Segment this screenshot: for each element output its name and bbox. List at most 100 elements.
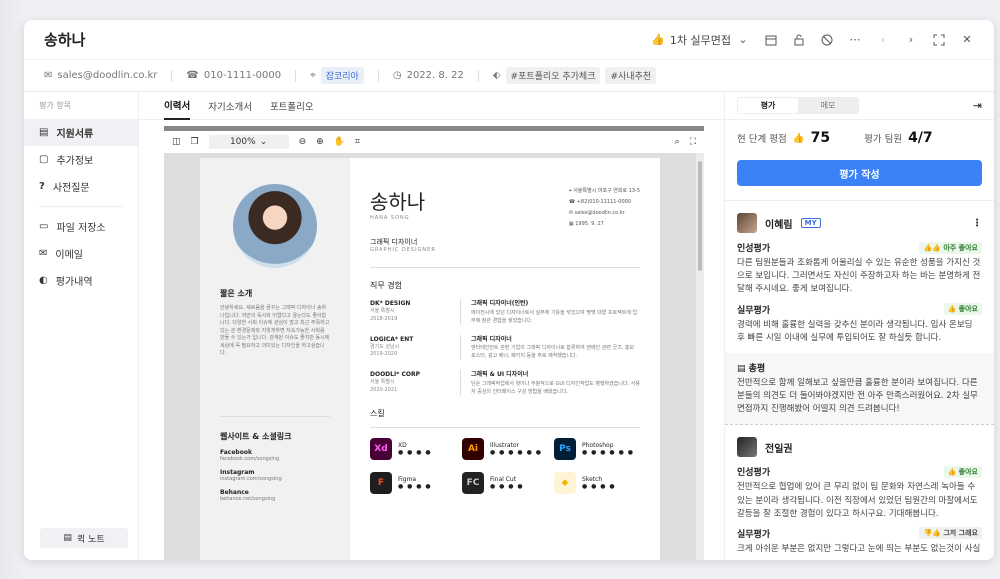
- exp-title: 그래픽 & UI 디자이너: [471, 371, 529, 379]
- prev-icon[interactable]: ‹: [876, 33, 890, 47]
- address-text: 서울특별시 마포구 연희로 13-5: [573, 188, 640, 194]
- resume-name: 송하나: [370, 190, 426, 214]
- reviewer: 전일권: [737, 437, 982, 458]
- exp-location: 경기도 성남시: [370, 343, 400, 350]
- raters-label: 평가 팀원: [864, 134, 903, 145]
- tab-evaluation[interactable]: 평가: [738, 98, 798, 113]
- sidebar-item-label: 이메일: [55, 250, 83, 261]
- sidebar-toggle-icon[interactable]: ◫: [172, 137, 181, 147]
- collapse-panel-icon[interactable]: ⇥: [973, 99, 982, 112]
- more-icon[interactable]: ⋯: [848, 33, 862, 47]
- zoom-in-icon[interactable]: ⊕: [316, 137, 324, 147]
- sidebar-item-history[interactable]: ◐ 평가내역: [24, 267, 138, 294]
- intro-text: 안녕하세요. 새로움을 꿈꾸는 그래픽 디자이너 송하나입니다. 저만의 독사와…: [220, 305, 330, 356]
- reviewer-name: 전일권: [765, 443, 793, 455]
- skill-name: Figma: [398, 475, 417, 483]
- exp-period: 2019-2020: [370, 351, 398, 358]
- clock-icon: ◷: [392, 70, 402, 81]
- close-icon[interactable]: ✕: [960, 33, 974, 47]
- skill-item: Ai Illustrator ● ● ● ● ● ●: [462, 437, 548, 460]
- sidebar-item-label: 파일 저장소: [56, 223, 106, 234]
- total-review: ▤ 총평 전반적으로 함께 일해보고 싶을만큼 훌륭한 분이라 보여집니다. 다…: [725, 352, 994, 425]
- fullscreen-icon[interactable]: ⛶: [690, 137, 696, 147]
- source-info: ⌖ 잡코리아: [310, 67, 364, 84]
- skill-name: Illustrator: [490, 441, 520, 449]
- email-text: sales@doodlin.co.kr: [57, 70, 158, 81]
- block-icon[interactable]: [820, 33, 834, 47]
- zoom-select[interactable]: 100% ⌄: [208, 135, 289, 149]
- eval-label: 인성평가: [737, 468, 771, 479]
- doc-tabs: 이력서 자기소개서 포트폴리오: [139, 92, 724, 120]
- exp-title: 그래픽 디자이너(인턴): [471, 300, 529, 307]
- next-icon[interactable]: ›: [904, 33, 918, 47]
- sidebar-item-storage[interactable]: ▭ 파일 저장소: [24, 213, 138, 240]
- skill-item: Ps Photoshop ● ● ● ● ● ●: [554, 437, 640, 460]
- sidebar-item-label: 평가내역: [55, 277, 93, 288]
- eval-item: 실무평가 👎👍 그저 그래요 크게 아쉬운 부분은 없지만 그렇다고 눈에 띄는 …: [737, 527, 982, 556]
- resume-left-column: 짧은 소개 안녕하세요. 새로움을 꿈꾸는 그래픽 디자이너 송하나입니다. 저…: [200, 158, 350, 560]
- mail-icon: ✉: [39, 248, 48, 259]
- photoshop-logo-icon: Ps: [554, 437, 576, 460]
- skills-grid: Xd XD ● ● ● ● Ai Illustrator ● ● ● ● ● ● Ps P…: [370, 426, 640, 494]
- header-actions: 👍 1차 실무면접 ⌄ ⋯ ‹ › ✕: [651, 32, 974, 48]
- chevron-down-icon: ⌄: [259, 137, 268, 147]
- tag-chip[interactable]: #포트폴리오 추가체크: [505, 67, 601, 84]
- link-name: Facebook: [220, 448, 252, 456]
- tab-cover-letter[interactable]: 자기소개서: [208, 92, 252, 120]
- quick-note-button[interactable]: ▤ 퀵 노트: [40, 528, 128, 548]
- avatar: [737, 437, 757, 458]
- hand-icon[interactable]: ✋: [334, 137, 345, 147]
- tag-chip[interactable]: #사내추천: [605, 67, 657, 84]
- address: ⌖ 서울특별시 마포구 연희로 13-5: [568, 188, 640, 194]
- tab-portfolio[interactable]: 포트폴리오: [270, 92, 314, 120]
- eval-label: 실무평가: [737, 305, 771, 316]
- resume-page: 짧은 소개 안녕하세요. 새로움을 꿈꾸는 그래픽 디자이너 송하나입니다. 저…: [200, 158, 660, 560]
- note-icon: ▤: [63, 533, 72, 543]
- panel-tabs: 평가 메모: [737, 97, 859, 114]
- figma-logo-icon: F: [370, 471, 392, 494]
- evaluation-panel: 평가 메모 ⇥ 현 단계 평점 👍 75 평가 팀원 4/7 평가 작성 이혜림: [724, 92, 994, 560]
- sidebar-item-label: 사전질문: [52, 183, 90, 194]
- score-summary: 현 단계 평점 👍 75 평가 팀원 4/7: [725, 120, 994, 156]
- stage-label: 1차 실무면접: [669, 33, 731, 47]
- calendar-icon[interactable]: [764, 33, 778, 47]
- exp-period: 2018-2019: [370, 315, 398, 322]
- more-vertical-icon[interactable]: ⋮: [972, 218, 982, 229]
- divider: [377, 69, 379, 82]
- eval-text: 전반적으로 협업에 있어 큰 무리 없이 팀 문화와 자연스레 녹아들 수 있는…: [737, 482, 978, 519]
- pages-icon[interactable]: ❐: [191, 137, 199, 147]
- tab-resume[interactable]: 이력서: [164, 92, 191, 120]
- write-evaluation-button[interactable]: 평가 작성: [737, 160, 982, 186]
- search-icon[interactable]: ⌕: [675, 137, 680, 147]
- resume-header: 송하나 HANA SONG 그래픽 디자이너 GRAPHIC DESIGNER …: [370, 186, 640, 268]
- sidebar-item-documents[interactable]: ▤ 지원서류: [24, 119, 138, 146]
- chevron-down-icon: ⌄: [738, 33, 748, 46]
- date-text: 2022. 8. 22: [406, 70, 464, 81]
- stage-selector[interactable]: 👍 1차 실무면접 ⌄: [651, 32, 750, 48]
- thumbs-up-icon: 👍: [792, 132, 805, 144]
- viewer-scrollbar[interactable]: [696, 153, 704, 560]
- sidebar-item-questions[interactable]: ? 사전질문: [24, 173, 138, 200]
- rating-badge: 👍 좋아요: [943, 465, 982, 478]
- date-info: ◷ 2022. 8. 22: [393, 70, 464, 81]
- divider: [171, 69, 173, 82]
- unlock-icon[interactable]: [792, 33, 806, 47]
- birthday-text: 1995. 9. 27: [575, 221, 604, 227]
- zoom-out-icon[interactable]: ⊖: [299, 137, 307, 147]
- skill-name: XD: [398, 441, 407, 449]
- eval-text: 다른 팀원분들과 조화롭게 어울리실 수 있는 유순한 성품을 가지신 것으로 …: [737, 258, 981, 295]
- email-text: sales@doodlin.co.kr: [574, 210, 625, 216]
- exp-period: 2020-2021: [370, 386, 398, 393]
- sidebar-item-email[interactable]: ✉ 이메일: [24, 240, 138, 267]
- skill-level: ● ● ● ●: [582, 482, 616, 490]
- tab-memo[interactable]: 메모: [798, 98, 858, 113]
- link-url: instagram.com/songsing: [220, 475, 282, 482]
- expand-icon[interactable]: [932, 33, 946, 47]
- scroll-thumb[interactable]: [698, 161, 702, 271]
- fit-icon[interactable]: ⌗: [355, 137, 360, 147]
- history-icon: ◐: [39, 275, 48, 286]
- sidebar-section-label: 평가 항목: [39, 101, 71, 110]
- tag-icon: ⬖: [492, 70, 501, 81]
- document-area: 이력서 자기소개서 포트폴리오 ◫ ❐ 100% ⌄ ⊖ ⊕ ✋ ⌗ ⌕ ⛶ 짧…: [139, 92, 724, 560]
- sidebar-item-extra-info[interactable]: ▢ 추가정보: [24, 146, 138, 173]
